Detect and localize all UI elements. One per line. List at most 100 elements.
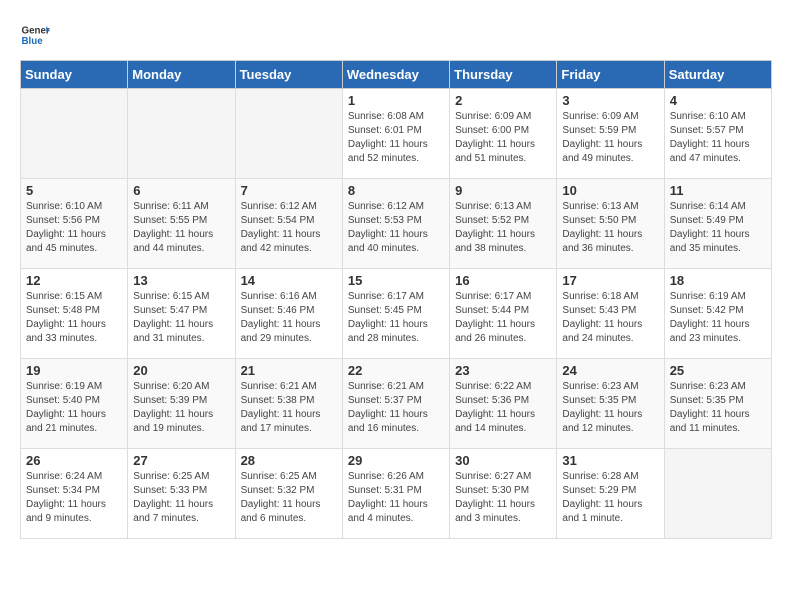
calendar-cell: 2 Sunrise: 6:09 AM Sunset: 6:00 PM Daylig…: [450, 89, 557, 179]
day-info: Sunrise: 6:18 AM Sunset: 5:43 PM Dayligh…: [562, 290, 658, 346]
day-info: Sunrise: 6:14 AM Sunset: 5:49 PM Dayligh…: [670, 200, 766, 256]
day-number: 29: [348, 453, 444, 468]
day-number: 27: [133, 453, 229, 468]
logo: General Blue: [20, 20, 50, 50]
calendar-cell: 14Sunrise: 6:16 AM Sunset: 5:46 PM Dayli…: [235, 269, 342, 359]
calendar-cell: 4 Sunrise: 6:10 AM Sunset: 5:57 PM Daylig…: [664, 89, 771, 179]
day-number: 2: [455, 93, 551, 108]
day-number: 9: [455, 183, 551, 198]
weekday-cell: Thursday: [450, 61, 557, 89]
calendar-cell: 21 Sunrise: 6:21 AM Sunset: 5:38 PM Dayli…: [235, 359, 342, 449]
day-number: 30: [455, 453, 551, 468]
svg-text:General: General: [22, 26, 51, 37]
calendar-cell: 22Sunrise: 6:21 AM Sunset: 5:37 PM Dayli…: [342, 359, 449, 449]
day-number: 26: [26, 453, 122, 468]
day-number: 8: [348, 183, 444, 198]
day-info: Sunrise: 6:08 AM Sunset: 6:01 PM Dayligh…: [348, 110, 444, 166]
day-number: 22: [348, 363, 444, 378]
calendar-cell: 13 Sunrise: 6:15 AM Sunset: 5:47 PM Dayli…: [128, 269, 235, 359]
weekday-header: SundayMondayTuesdayWednesdayThursdayFrid…: [21, 61, 772, 89]
calendar-cell: 7 Sunrise: 6:12 AM Sunset: 5:54 PM Daylig…: [235, 179, 342, 269]
calendar-cell: 27 Sunrise: 6:25 AM Sunset: 5:33 PM Dayli…: [128, 449, 235, 539]
weekday-cell: Tuesday: [235, 61, 342, 89]
day-number: 1: [348, 93, 444, 108]
day-number: 10: [562, 183, 658, 198]
calendar-row: 26 Sunrise: 6:24 AM Sunset: 5:34 PM Dayli…: [21, 449, 772, 539]
day-number: 6: [133, 183, 229, 198]
day-info: Sunrise: 6:23 AM Sunset: 5:35 PM Dayligh…: [562, 380, 658, 436]
calendar-row: 19Sunrise: 6:19 AM Sunset: 5:40 PM Dayli…: [21, 359, 772, 449]
day-info: Sunrise: 6:25 AM Sunset: 5:33 PM Dayligh…: [133, 470, 229, 526]
day-info: Sunrise: 6:20 AM Sunset: 5:39 PM Dayligh…: [133, 380, 229, 436]
calendar-cell: 15 Sunrise: 6:17 AM Sunset: 5:45 PM Dayli…: [342, 269, 449, 359]
calendar-cell: [235, 89, 342, 179]
calendar-cell: 10 Sunrise: 6:13 AM Sunset: 5:50 PM Dayli…: [557, 179, 664, 269]
day-number: 21: [241, 363, 337, 378]
day-info: Sunrise: 6:12 AM Sunset: 5:53 PM Dayligh…: [348, 200, 444, 256]
day-info: Sunrise: 6:09 AM Sunset: 5:59 PM Dayligh…: [562, 110, 658, 166]
day-info: Sunrise: 6:24 AM Sunset: 5:34 PM Dayligh…: [26, 470, 122, 526]
calendar-cell: 19Sunrise: 6:19 AM Sunset: 5:40 PM Dayli…: [21, 359, 128, 449]
calendar-cell: 26 Sunrise: 6:24 AM Sunset: 5:34 PM Dayli…: [21, 449, 128, 539]
calendar-cell: 12 Sunrise: 6:15 AM Sunset: 5:48 PM Dayli…: [21, 269, 128, 359]
day-number: 5: [26, 183, 122, 198]
day-number: 11: [670, 183, 766, 198]
logo-icon: General Blue: [20, 20, 50, 50]
calendar-cell: 20 Sunrise: 6:20 AM Sunset: 5:39 PM Dayli…: [128, 359, 235, 449]
day-number: 4: [670, 93, 766, 108]
day-number: 3: [562, 93, 658, 108]
day-info: Sunrise: 6:12 AM Sunset: 5:54 PM Dayligh…: [241, 200, 337, 256]
calendar-cell: [21, 89, 128, 179]
day-info: Sunrise: 6:27 AM Sunset: 5:30 PM Dayligh…: [455, 470, 551, 526]
calendar-cell: 23 Sunrise: 6:22 AM Sunset: 5:36 PM Dayli…: [450, 359, 557, 449]
day-info: Sunrise: 6:11 AM Sunset: 5:55 PM Dayligh…: [133, 200, 229, 256]
calendar-body: 1 Sunrise: 6:08 AM Sunset: 6:01 PM Daylig…: [21, 89, 772, 539]
day-info: Sunrise: 6:25 AM Sunset: 5:32 PM Dayligh…: [241, 470, 337, 526]
day-info: Sunrise: 6:17 AM Sunset: 5:44 PM Dayligh…: [455, 290, 551, 346]
day-info: Sunrise: 6:23 AM Sunset: 5:35 PM Dayligh…: [670, 380, 766, 436]
calendar-cell: 24 Sunrise: 6:23 AM Sunset: 5:35 PM Dayli…: [557, 359, 664, 449]
calendar-row: 12 Sunrise: 6:15 AM Sunset: 5:48 PM Dayli…: [21, 269, 772, 359]
day-number: 24: [562, 363, 658, 378]
day-info: Sunrise: 6:10 AM Sunset: 5:56 PM Dayligh…: [26, 200, 122, 256]
day-number: 23: [455, 363, 551, 378]
calendar-cell: 16Sunrise: 6:17 AM Sunset: 5:44 PM Dayli…: [450, 269, 557, 359]
calendar-cell: 25Sunrise: 6:23 AM Sunset: 5:35 PM Dayli…: [664, 359, 771, 449]
calendar-cell: 5 Sunrise: 6:10 AM Sunset: 5:56 PM Daylig…: [21, 179, 128, 269]
day-number: 28: [241, 453, 337, 468]
calendar-cell: 6 Sunrise: 6:11 AM Sunset: 5:55 PM Daylig…: [128, 179, 235, 269]
day-number: 31: [562, 453, 658, 468]
calendar-cell: [664, 449, 771, 539]
day-info: Sunrise: 6:26 AM Sunset: 5:31 PM Dayligh…: [348, 470, 444, 526]
day-info: Sunrise: 6:13 AM Sunset: 5:52 PM Dayligh…: [455, 200, 551, 256]
day-info: Sunrise: 6:15 AM Sunset: 5:48 PM Dayligh…: [26, 290, 122, 346]
day-number: 19: [26, 363, 122, 378]
day-number: 15: [348, 273, 444, 288]
calendar-cell: 1 Sunrise: 6:08 AM Sunset: 6:01 PM Daylig…: [342, 89, 449, 179]
day-info: Sunrise: 6:10 AM Sunset: 5:57 PM Dayligh…: [670, 110, 766, 166]
svg-text:Blue: Blue: [22, 36, 44, 47]
calendar-cell: 9 Sunrise: 6:13 AM Sunset: 5:52 PM Daylig…: [450, 179, 557, 269]
calendar-cell: [128, 89, 235, 179]
day-number: 18: [670, 273, 766, 288]
calendar-cell: 29 Sunrise: 6:26 AM Sunset: 5:31 PM Dayli…: [342, 449, 449, 539]
day-number: 13: [133, 273, 229, 288]
day-number: 7: [241, 183, 337, 198]
calendar-row: 1 Sunrise: 6:08 AM Sunset: 6:01 PM Daylig…: [21, 89, 772, 179]
day-info: Sunrise: 6:22 AM Sunset: 5:36 PM Dayligh…: [455, 380, 551, 436]
day-info: Sunrise: 6:21 AM Sunset: 5:38 PM Dayligh…: [241, 380, 337, 436]
day-info: Sunrise: 6:16 AM Sunset: 5:46 PM Dayligh…: [241, 290, 337, 346]
day-info: Sunrise: 6:17 AM Sunset: 5:45 PM Dayligh…: [348, 290, 444, 346]
day-number: 12: [26, 273, 122, 288]
day-info: Sunrise: 6:28 AM Sunset: 5:29 PM Dayligh…: [562, 470, 658, 526]
day-info: Sunrise: 6:09 AM Sunset: 6:00 PM Dayligh…: [455, 110, 551, 166]
calendar: SundayMondayTuesdayWednesdayThursdayFrid…: [20, 60, 772, 539]
weekday-cell: Sunday: [21, 61, 128, 89]
day-number: 20: [133, 363, 229, 378]
calendar-cell: 3 Sunrise: 6:09 AM Sunset: 5:59 PM Daylig…: [557, 89, 664, 179]
day-info: Sunrise: 6:19 AM Sunset: 5:42 PM Dayligh…: [670, 290, 766, 346]
day-info: Sunrise: 6:15 AM Sunset: 5:47 PM Dayligh…: [133, 290, 229, 346]
day-info: Sunrise: 6:13 AM Sunset: 5:50 PM Dayligh…: [562, 200, 658, 256]
calendar-cell: 18 Sunrise: 6:19 AM Sunset: 5:42 PM Dayli…: [664, 269, 771, 359]
calendar-cell: 28 Sunrise: 6:25 AM Sunset: 5:32 PM Dayli…: [235, 449, 342, 539]
